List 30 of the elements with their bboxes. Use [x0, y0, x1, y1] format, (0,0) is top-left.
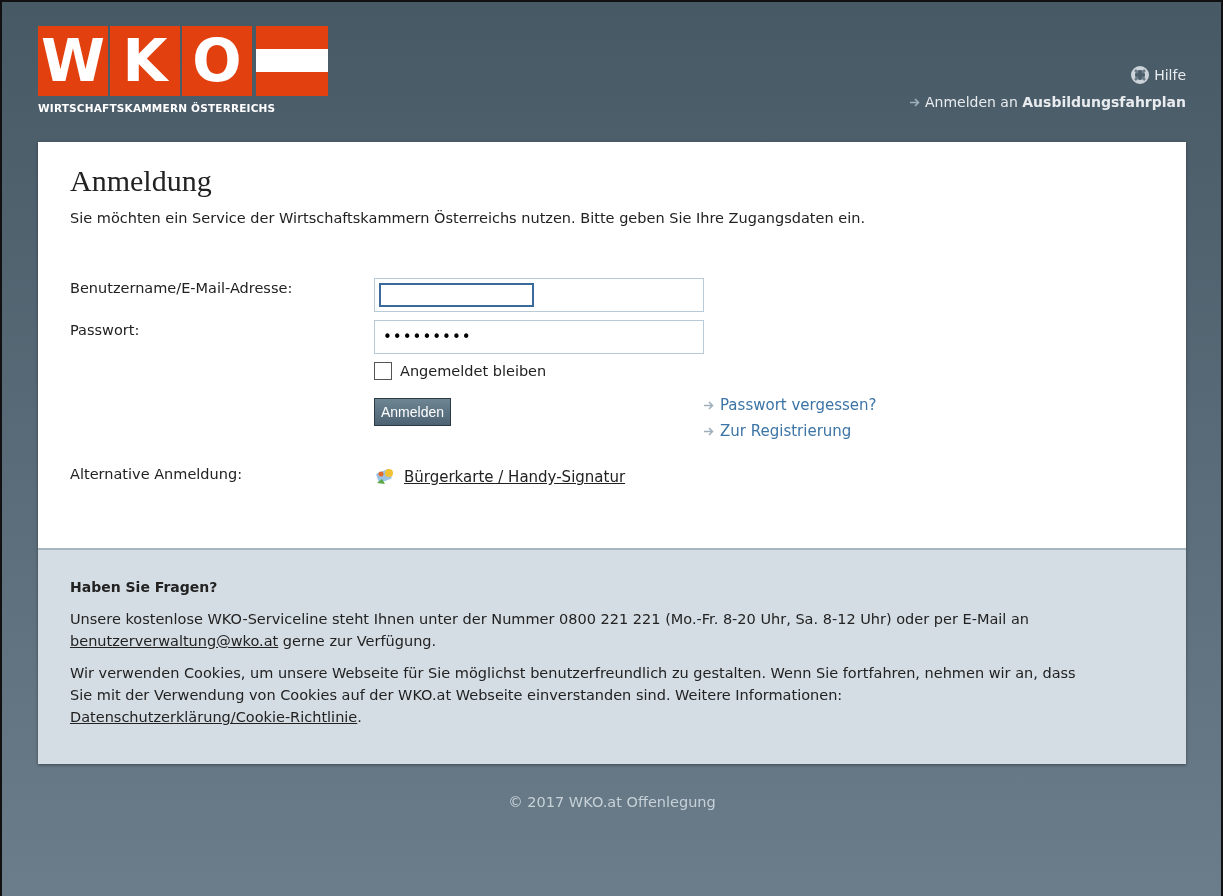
- page-title: Anmeldung: [70, 164, 213, 198]
- alternative-link[interactable]: Bürgerkarte / Handy-Signatur: [404, 468, 626, 486]
- logo-subtitle: WIRTSCHAFTSKAMMERN ÖSTERREICHS: [38, 102, 277, 114]
- login-target-link[interactable]: Anmelden an Ausbildungsfahrplan: [924, 94, 1186, 110]
- logo-letter: W: [38, 26, 108, 96]
- password-label: Passwort:: [70, 321, 141, 338]
- username-label: Benutzername/E-Mail-Adresse:: [70, 279, 294, 296]
- link[interactable]: Zur Registrierung: [720, 422, 852, 440]
- password-field[interactable]: •••••••••: [374, 320, 704, 354]
- intro-text: Sie möchten ein Service der Wirtschaftskammern Österreichs nutzen. Bitte geben Sie Ihre Zugangsdaten ein.: [70, 210, 866, 226]
- alternative-label: Alternative Anmeldung:: [70, 466, 244, 482]
- info-title: Haben Sie Fragen?: [70, 578, 219, 597]
- logo-letter: K: [110, 26, 180, 96]
- arrow-icon: [909, 97, 920, 107]
- link[interactable]: benutzerverwaltung@wko.at: [70, 633, 279, 649]
- checkbox[interactable]: [374, 362, 392, 380]
- remember-label: Angemeldet bleiben: [400, 363, 547, 379]
- link[interactable]: Passwort vergessen?: [720, 396, 877, 414]
- login-button[interactable]: Anmelden: [374, 398, 452, 426]
- lifebuoy-icon: [1131, 66, 1150, 84]
- arrow-icon: [704, 400, 714, 410]
- help-link[interactable]: Hilfe: [1154, 67, 1186, 83]
- flag-icon: [256, 26, 328, 96]
- info-paragraph: Wir verwenden Cookies, um unsere Webseite für Sie möglichst benutzerfreundlich zu gestalten. Wenn Sie fortfahren, nehmen wir an, dass Sie mit der Verwendung von Cookies auf der WKO.at Webseite einverstanden sind. Weitere Informationen: Datenschutzerklärung/Cookie-Richtlinie.: [70, 664, 1077, 727]
- arrow-icon: [704, 426, 714, 436]
- copyright-text: © 2017 WKO.at: [508, 794, 622, 810]
- info-paragraph: Unsere kostenlose WKO-Serviceline steht Ihnen unter der Nummer 0800 221 221 (Mo.-Fr. 8-20 Uhr, Sa. 8-12 Uhr) oder per E-Mail an benutzerverwaltung@wko.at gerne zur Verfügung.: [70, 610, 1031, 651]
- link[interactable]: Datenschutzerklärung/Cookie-Richtlinie: [70, 709, 358, 725]
- username-field[interactable]: [374, 278, 704, 312]
- logo-letter: O: [182, 26, 252, 96]
